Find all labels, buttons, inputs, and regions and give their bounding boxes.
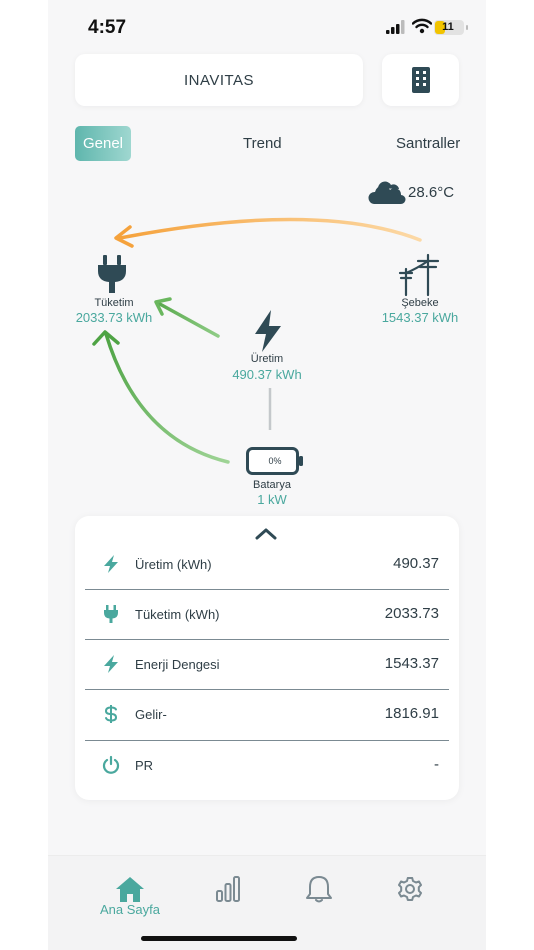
home-indicator xyxy=(141,936,297,941)
stat-value: - xyxy=(434,756,439,773)
nav-home[interactable] xyxy=(110,874,150,904)
stat-row-revenue: Gelir- 1816.91 xyxy=(85,690,449,740)
chevron-up-icon[interactable] xyxy=(254,526,278,540)
battery-to-consumption-arrow xyxy=(104,332,230,464)
nav-settings[interactable] xyxy=(390,874,430,904)
stat-label: Üretim (kWh) xyxy=(135,557,212,572)
gear-icon xyxy=(398,877,422,901)
dollar-icon xyxy=(104,705,118,723)
stat-label: Enerji Dengesi xyxy=(135,657,220,672)
nav-charts[interactable] xyxy=(208,874,248,904)
stat-value: 1543.37 xyxy=(384,655,439,672)
nav-home-label[interactable]: Ana Sayfa xyxy=(90,902,170,917)
production-label: Üretim xyxy=(250,353,284,365)
stat-value: 1816.91 xyxy=(384,705,439,722)
battery-value: 1 kW xyxy=(257,492,287,507)
stat-row-production: Üretim (kWh) 490.37 xyxy=(85,540,449,590)
power-icon xyxy=(102,755,120,774)
energy-flow-diagram xyxy=(92,217,440,475)
stat-row-energy-balance: Enerji Dengesi 1543.37 xyxy=(85,640,449,690)
bolt-icon xyxy=(104,555,118,573)
stat-row-consumption: Tüketim (kWh) 2033.73 xyxy=(85,590,449,640)
production-to-consumption-arrow xyxy=(156,301,220,338)
plug-icon xyxy=(104,605,118,623)
bolt-icon xyxy=(104,655,118,673)
stats-card: Üretim (kWh) 490.37 Tüketim (kWh) 2033.7… xyxy=(75,516,459,800)
stat-value: 2033.73 xyxy=(384,605,439,622)
plug-icon xyxy=(98,255,126,293)
battery-label: Batarya xyxy=(253,479,291,491)
grid-label: Şebeke xyxy=(401,297,439,309)
stat-label: PR xyxy=(135,758,154,773)
production-value: 490.37 kWh xyxy=(232,367,302,382)
stat-label: Gelir- xyxy=(135,707,167,722)
stat-value: 490.37 xyxy=(393,555,439,572)
nav-notifications[interactable] xyxy=(299,874,339,904)
bolt-icon xyxy=(255,310,281,352)
stat-row-pr: PR - xyxy=(85,741,449,791)
consumption-label: Tüketim xyxy=(94,297,134,309)
consumption-value: 2033.73 kWh xyxy=(75,310,153,325)
power-pole-icon xyxy=(398,253,440,297)
grid-value: 1543.37 kWh xyxy=(381,310,459,325)
app-screen: 4:57 11 INAVITAS Genel Trend Santraller … xyxy=(48,0,486,950)
bell-icon xyxy=(306,876,332,903)
home-icon xyxy=(116,877,144,902)
bar-chart-icon xyxy=(216,876,240,902)
battery-percent: 0% xyxy=(268,456,282,466)
stat-label: Tüketim (kWh) xyxy=(135,607,220,622)
grid-to-consumption-arrow xyxy=(118,217,422,242)
